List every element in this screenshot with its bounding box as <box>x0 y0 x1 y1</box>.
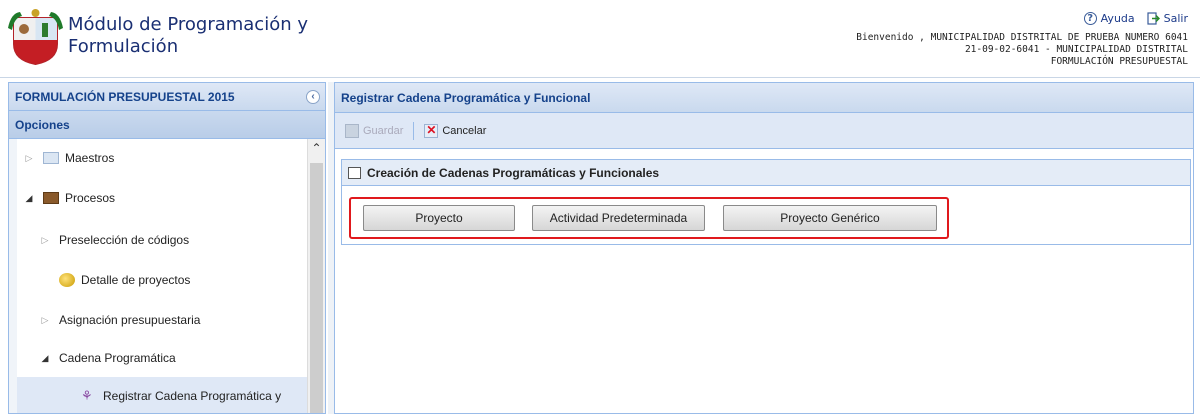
collapse-panel-icon[interactable]: ‹ <box>306 90 320 104</box>
folder-icon <box>43 152 59 164</box>
navigation-scrollbar[interactable]: ⌃ <box>307 139 325 413</box>
exit-icon <box>1147 12 1160 25</box>
top-links: ? Ayuda Salir <box>1083 12 1188 25</box>
collapse-arrow-icon[interactable]: ◢ <box>23 193 35 204</box>
tree-item-label: Procesos <box>65 191 116 205</box>
navigation-tree: ▷ Maestros ◢ Procesos ▷ Preselección de … <box>9 139 307 413</box>
navigation-panel: FORMULACIÓN PRESUPUESTAL 2015 ‹ Opciones… <box>8 82 326 414</box>
tree-item-detalle-proyectos[interactable]: Detalle de proyectos <box>17 261 307 299</box>
options-header: Opciones <box>9 111 325 139</box>
exit-link[interactable]: Salir <box>1147 12 1188 25</box>
tree-item-label: Maestros <box>65 151 115 165</box>
fieldset-title: Creación de Cadenas Programáticas y Func… <box>367 165 660 180</box>
detail-icon <box>59 273 75 287</box>
proyecto-button[interactable]: Proyecto <box>363 205 515 231</box>
logo-icon <box>8 8 63 66</box>
help-icon: ? <box>1083 12 1097 25</box>
entity-code-text: 21-09-02-6041 - MUNICIPALIDAD DISTRITAL <box>964 44 1188 55</box>
tree-item-registrar-cadena[interactable]: ⚘ Registrar Cadena Programática y <box>17 377 307 413</box>
tree-item-label: Preselección de códigos <box>59 233 190 247</box>
tree-item-label: Cadena Programática <box>59 351 176 365</box>
app-header: Módulo de Programación y Formulación ? A… <box>0 0 1200 78</box>
tree-item-asignacion[interactable]: ▷ Asignación presupuestaria <box>17 301 307 339</box>
process-icon <box>43 192 59 204</box>
tree-item-procesos[interactable]: ◢ Procesos <box>17 179 307 217</box>
tree-item-preseleccion[interactable]: ▷ Preselección de códigos <box>17 221 307 259</box>
collapse-arrow-icon[interactable]: ◢ <box>39 353 51 364</box>
save-button[interactable]: Guardar <box>345 123 404 138</box>
save-label: Guardar <box>363 124 404 137</box>
cancel-button[interactable]: Cancelar <box>424 123 487 138</box>
navigation-panel-title: FORMULACIÓN PRESUPUESTAL 2015 <box>15 89 235 104</box>
app-title: Módulo de Programación y Formulación <box>68 14 309 57</box>
tree-item-label: Detalle de proyectos <box>81 273 191 287</box>
content-panel-title: Registrar Cadena Programática y Funciona… <box>335 83 1193 113</box>
scroll-thumb[interactable] <box>310 163 323 413</box>
tree-item-label: Registrar Cadena Programática y <box>103 389 282 403</box>
expand-arrow-icon[interactable]: ▷ <box>39 315 51 326</box>
welcome-text: Bienvenido , MUNICIPALIDAD DISTRITAL DE … <box>856 32 1188 43</box>
expand-arrow-icon[interactable]: ▷ <box>23 153 35 164</box>
save-icon <box>345 123 359 138</box>
module-name-text: FORMULACIÓN PRESUPUESTAL <box>1050 56 1188 67</box>
tree-item-maestros[interactable]: ▷ Maestros <box>17 139 307 177</box>
help-link[interactable]: ? Ayuda <box>1083 12 1135 25</box>
cancel-label: Cancelar <box>442 124 487 137</box>
user-info: Bienvenido , MUNICIPALIDAD DISTRITAL DE … <box>856 32 1188 68</box>
scroll-up-icon[interactable]: ⌃ <box>308 139 325 157</box>
tree-item-label: Asignación presupuestaria <box>59 313 201 327</box>
content-panel: Registrar Cadena Programática y Funciona… <box>334 82 1194 414</box>
toolbar: Guardar Cancelar <box>335 113 1193 149</box>
tree-item-cadena-programatica[interactable]: ◢ Cadena Programática <box>17 339 307 377</box>
cancel-icon <box>424 123 439 138</box>
expand-arrow-icon[interactable]: ▷ <box>39 235 51 246</box>
collapse-checkbox[interactable] <box>348 166 361 179</box>
actividad-predeterminada-button[interactable]: Actividad Predeterminada <box>532 205 705 231</box>
fieldset-header[interactable]: Creación de Cadenas Programáticas y Func… <box>342 160 1190 186</box>
exit-label: Salir <box>1163 12 1188 25</box>
help-label: Ayuda <box>1100 12 1135 25</box>
register-icon: ⚘ <box>81 388 93 403</box>
toolbar-separator <box>413 121 415 140</box>
proyecto-generico-button[interactable]: Proyecto Genérico <box>723 205 937 231</box>
navigation-panel-header: FORMULACIÓN PRESUPUESTAL 2015 ‹ <box>9 83 325 111</box>
